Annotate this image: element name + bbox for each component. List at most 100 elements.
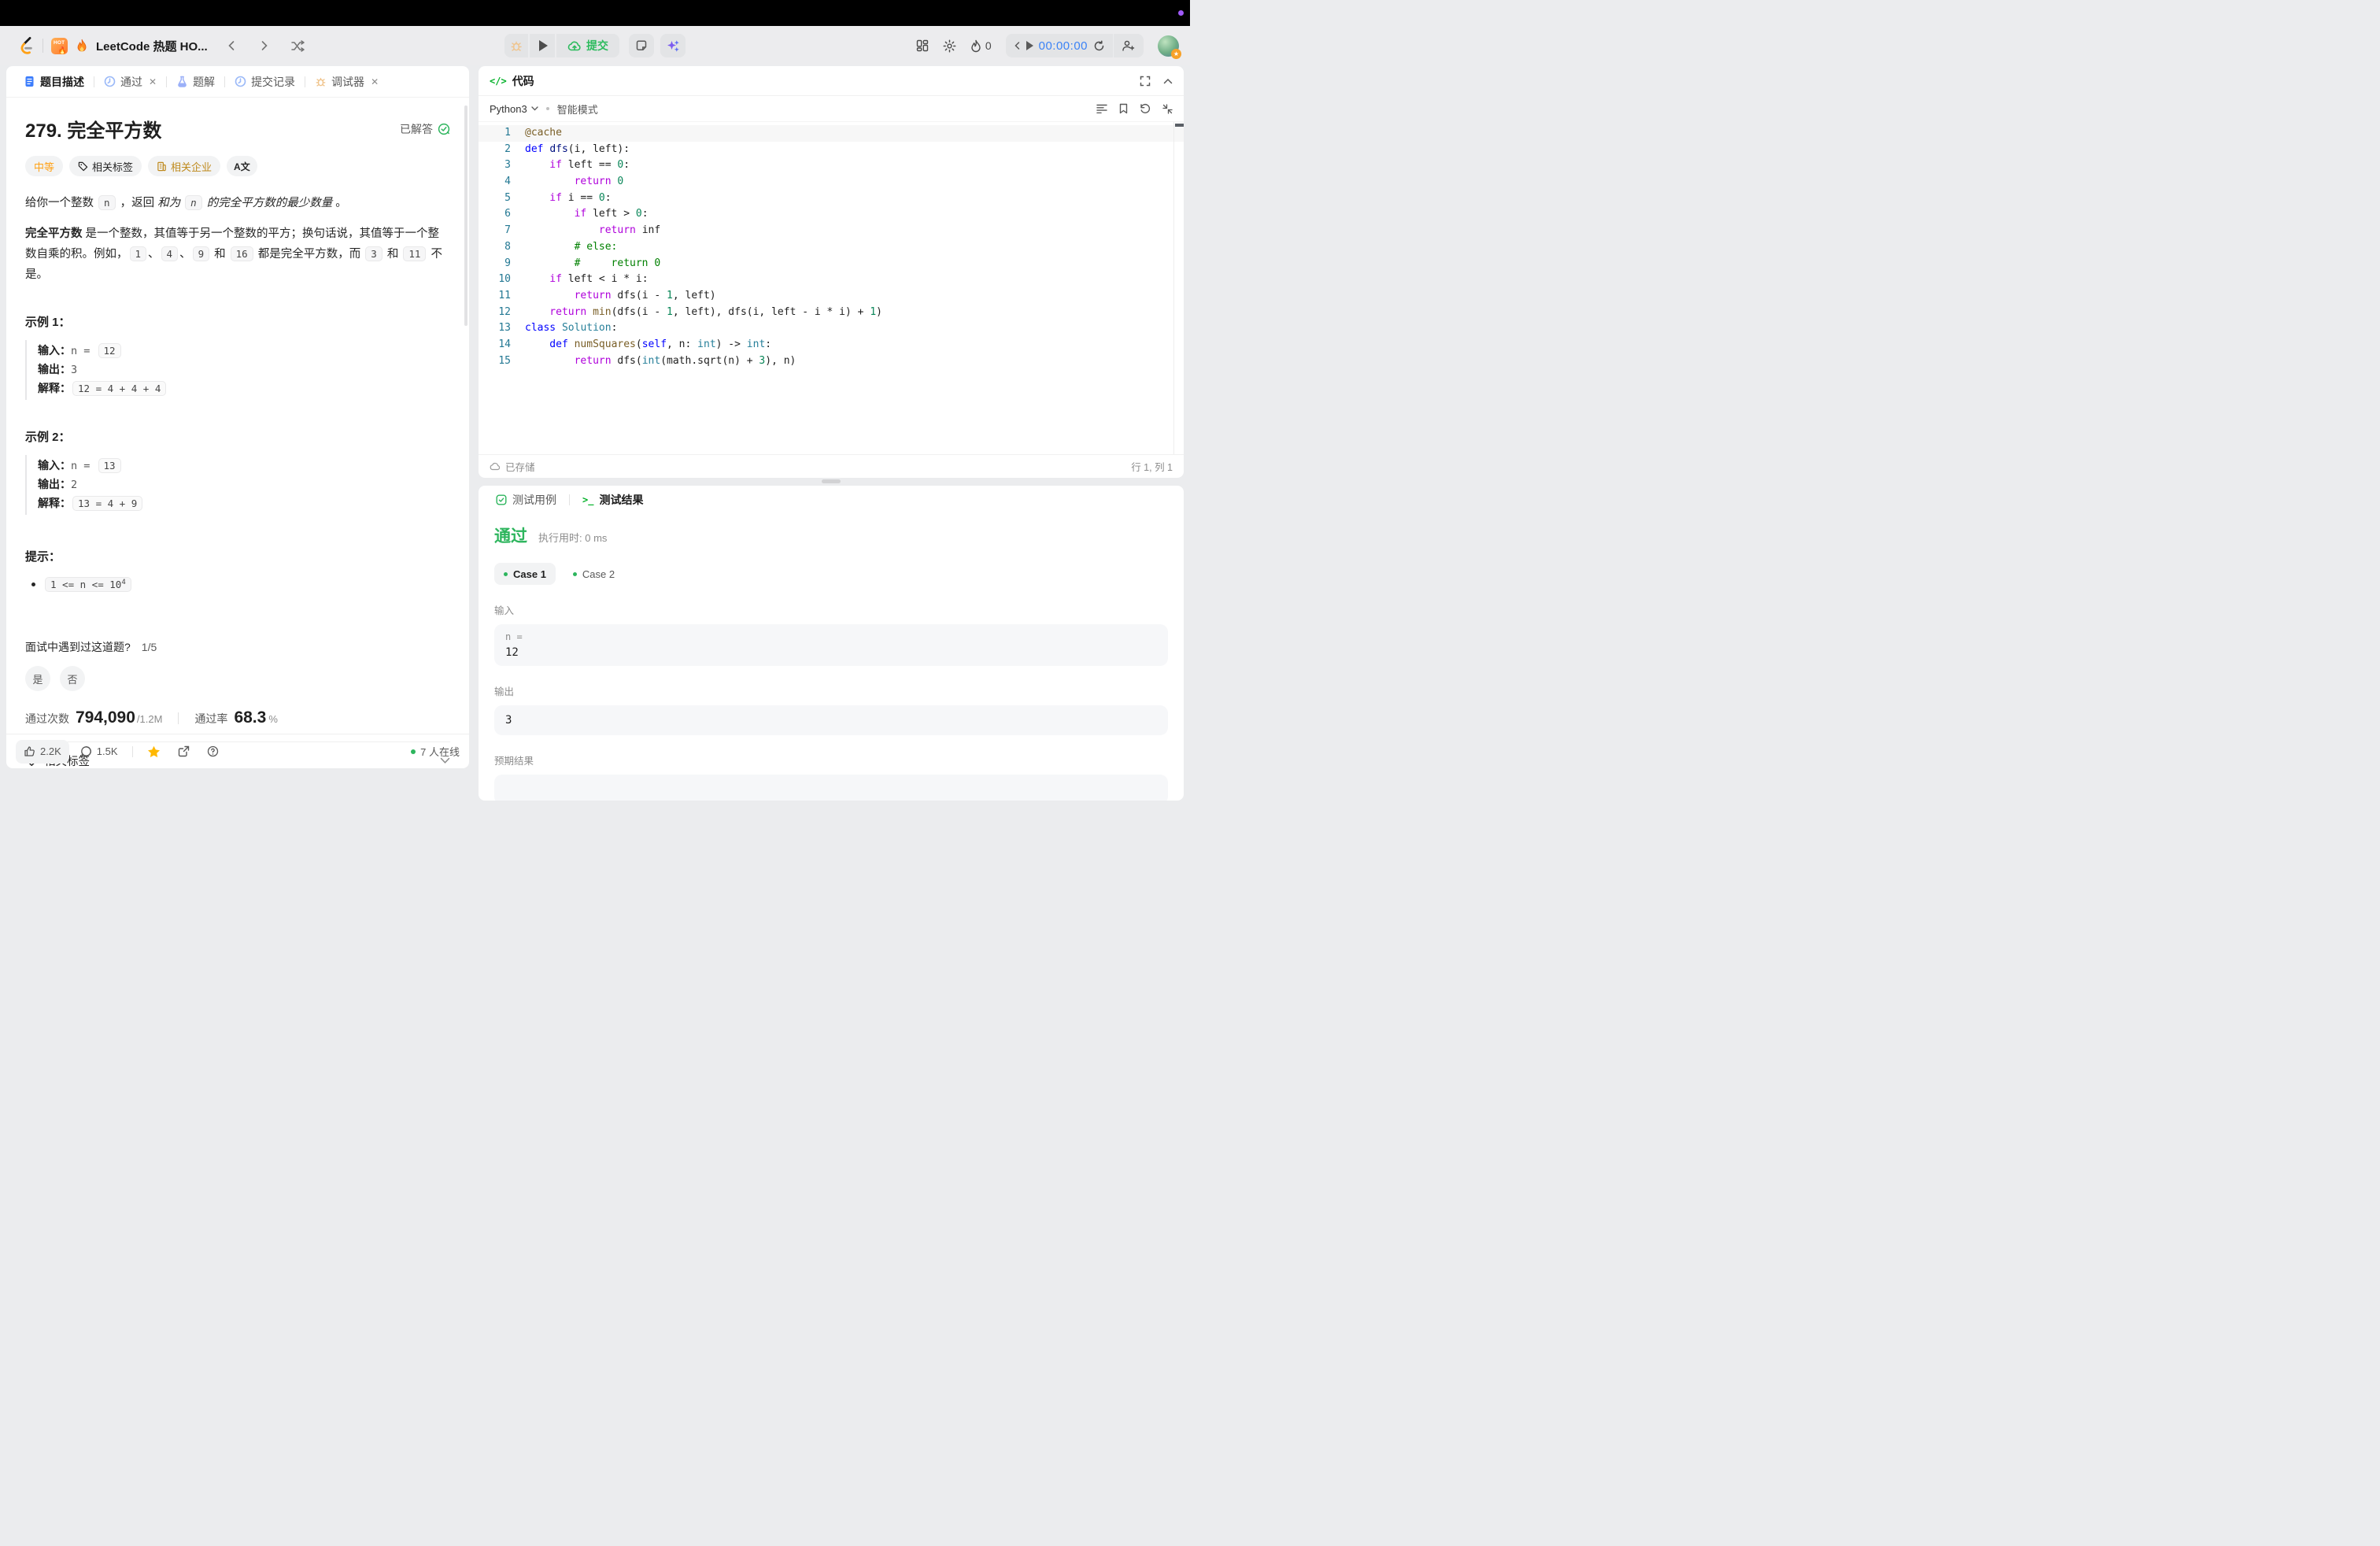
tab-题目描述[interactable]: 题目描述	[17, 74, 91, 90]
run-button[interactable]	[530, 34, 555, 57]
code-line[interactable]: 6if left > 0:	[479, 206, 1184, 223]
settings-gear-icon[interactable]	[943, 39, 956, 53]
help-button[interactable]	[201, 740, 225, 764]
code-line[interactable]: 5if i == 0:	[479, 190, 1184, 207]
inline-code: n	[185, 195, 202, 210]
example-row: 输入：n = 13	[38, 457, 450, 475]
debug-button[interactable]	[504, 34, 528, 57]
cursor-position[interactable]: 行 1, 列 1	[1131, 459, 1173, 474]
code-line[interactable]: 15return dfs(int(math.sqrt(n) + 3), n)	[479, 353, 1184, 370]
os-menu-bar	[0, 0, 1190, 26]
submission-total: /1.2M	[137, 713, 163, 725]
like-button[interactable]: 2.2K	[16, 740, 69, 764]
code-line[interactable]: 7return inf	[479, 223, 1184, 239]
hot-list-badge-icon[interactable]: HOT🔥	[51, 38, 68, 54]
notes-button[interactable]	[629, 34, 654, 57]
share-button[interactable]	[172, 740, 196, 764]
accepted-label: 通过次数	[25, 711, 69, 727]
expected-label: 预期结果	[494, 753, 1168, 767]
tab-提交记录[interactable]: 提交记录	[228, 74, 301, 90]
case-pass-dot	[573, 572, 577, 576]
check-circle-icon	[438, 123, 450, 135]
code-line[interactable]: 12return min(dfs(i - 1, left), dfs(i, le…	[479, 305, 1184, 321]
inline-code: 13 = 4 + 9	[72, 496, 142, 511]
tab-test-result[interactable]: >_ 测试结果	[576, 492, 649, 508]
smart-mode-label[interactable]: 智能模式	[557, 102, 598, 117]
inline-code: 16	[231, 246, 253, 261]
tab-通过[interactable]: 通过✕	[98, 74, 163, 90]
code-line[interactable]: 1@cache	[479, 125, 1184, 142]
code-line[interactable]: 11return dfs(i - 1, left)	[479, 288, 1184, 305]
code-line[interactable]: 9# return 0	[479, 256, 1184, 272]
code-line[interactable]: 8# else:	[479, 239, 1184, 256]
next-problem-button[interactable]	[260, 40, 269, 51]
line-number: 2	[479, 142, 516, 158]
code-line[interactable]: 10if left < i * i:	[479, 272, 1184, 288]
ai-assistant-button[interactable]	[660, 34, 686, 57]
submit-label: 提交	[586, 38, 608, 54]
inline-code: 3	[365, 246, 382, 261]
difficulty-badge[interactable]: 中等	[25, 156, 63, 176]
tab-testcase[interactable]: 测试用例	[490, 492, 563, 508]
chevron-down-icon	[531, 106, 538, 111]
language-selector[interactable]: Python3	[490, 103, 538, 115]
problem-footer-bar: 2.2K 1.5K 7 人在线	[6, 734, 469, 768]
related-tags-pill[interactable]: 相关标签	[69, 156, 142, 176]
comments-button[interactable]: 1.5K	[74, 740, 124, 764]
inline-code: 12 = 4 + 4 + 4	[72, 381, 166, 396]
case-tab-1[interactable]: Case 1	[494, 563, 556, 585]
test-panel: 测试用例 >_ 测试结果 通过 执行用时: 0 ms Case 1Case 2 …	[479, 486, 1184, 801]
interview-yes-button[interactable]: 是	[25, 666, 50, 691]
code-icon: </>	[490, 76, 507, 87]
share-icon	[178, 745, 190, 757]
reset-code-icon[interactable]	[1140, 103, 1151, 114]
leetcode-logo-icon[interactable]	[17, 36, 35, 55]
inline-code: 11	[403, 246, 426, 261]
problem-title: 279. 完全平方数	[25, 115, 161, 142]
code-line[interactable]: 2def dfs(i, left):	[479, 142, 1184, 158]
interview-no-button[interactable]: 否	[60, 666, 85, 691]
submit-button[interactable]: 提交	[556, 34, 619, 57]
solved-status: 已解答	[400, 121, 450, 137]
tab-调试器[interactable]: 调试器✕	[309, 74, 385, 90]
code-line[interactable]: 4return 0	[479, 174, 1184, 190]
close-icon[interactable]: ✕	[149, 76, 157, 87]
timer-play-icon[interactable]	[1026, 41, 1033, 50]
code-editor[interactable]: 1@cache2def dfs(i, left):3if left == 0:4…	[479, 122, 1184, 454]
problem-panel-scrollbar[interactable]	[464, 105, 468, 326]
fullscreen-icon[interactable]	[1140, 76, 1151, 87]
bookmark-icon[interactable]	[1119, 103, 1128, 114]
code-line[interactable]: 13class Solution:	[479, 320, 1184, 337]
editor-scrollbar[interactable]	[1173, 122, 1184, 454]
line-number: 7	[479, 223, 516, 239]
collapse-editor-icon[interactable]	[1162, 104, 1173, 114]
layout-grid-icon[interactable]	[916, 39, 929, 52]
close-icon[interactable]: ✕	[371, 76, 379, 87]
shuffle-icon[interactable]	[291, 40, 305, 52]
favorite-star-button[interactable]	[141, 740, 167, 764]
inline-code: 12	[98, 343, 121, 358]
code-line[interactable]: 14def numSquares(self, n: int) -> int:	[479, 337, 1184, 353]
study-plan-title[interactable]: LeetCode 热题 HO...	[96, 38, 208, 54]
case-tab-2[interactable]: Case 2	[564, 563, 624, 585]
format-code-icon[interactable]	[1096, 104, 1107, 113]
prev-problem-button[interactable]	[227, 40, 236, 51]
panel-resize-handle[interactable]	[822, 479, 841, 483]
user-avatar[interactable]: ★	[1158, 35, 1179, 57]
timer-reset-icon[interactable]	[1093, 40, 1105, 52]
input-box[interactable]: n = 12	[494, 624, 1168, 666]
translate-toggle-pill[interactable]: A文	[227, 156, 257, 176]
tab-题解[interactable]: 题解	[170, 74, 221, 90]
collapse-panel-icon[interactable]	[1163, 78, 1173, 84]
code-panel-title: 代码	[512, 73, 534, 89]
recording-status-dot	[1178, 10, 1184, 16]
related-companies-pill[interactable]: 相关企业	[148, 156, 220, 176]
code-line[interactable]: 3if left == 0:	[479, 157, 1184, 174]
editor-scrollbar-thumb[interactable]	[1175, 124, 1184, 127]
invite-user-button[interactable]	[1114, 39, 1144, 52]
daily-streak[interactable]: 0	[970, 39, 992, 53]
comment-icon	[80, 745, 92, 757]
line-number: 5	[479, 190, 516, 207]
building-icon	[157, 161, 167, 172]
timer-collapse-icon[interactable]	[1014, 41, 1021, 50]
